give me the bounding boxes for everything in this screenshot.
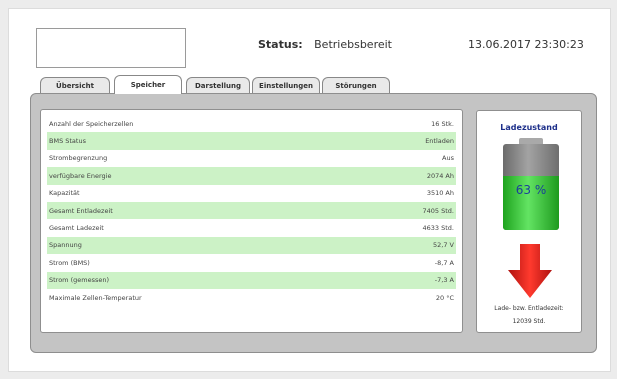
datetime-display: 13.06.2017 23:30:23 bbox=[468, 38, 584, 51]
table-row: Spannung 52,7 V bbox=[47, 236, 456, 255]
table-row: Strom (gemessen) -7,3 A bbox=[47, 271, 456, 289]
table-row: BMS Status Entladen bbox=[47, 132, 456, 150]
row-value: -8,7 A bbox=[434, 258, 454, 267]
table-row: verfügbare Energie 2074 Ah bbox=[47, 167, 456, 185]
logo-placeholder bbox=[36, 28, 186, 68]
table-row: Strom (BMS) -8,7 A bbox=[47, 254, 456, 271]
table-row: Gesamt Ladezeit 4633 Std. bbox=[47, 219, 456, 236]
row-label: BMS Status bbox=[49, 137, 86, 146]
row-label: verfügbare Energie bbox=[49, 171, 112, 180]
row-label: Strombegrenzung bbox=[49, 154, 108, 163]
table-row: Gesamt Entladezeit 7405 Std. bbox=[47, 201, 456, 220]
status-value: Betriebsbereit bbox=[314, 38, 392, 51]
status-label: Status: bbox=[258, 38, 303, 51]
charge-time-value: 12039 Std. bbox=[512, 318, 546, 325]
tab-speicher[interactable]: Speicher bbox=[114, 75, 182, 94]
table-row: Maximale Zellen-Temperatur 20 °C bbox=[47, 289, 456, 306]
row-label: Strom (BMS) bbox=[49, 258, 90, 267]
row-value: 7405 Std. bbox=[422, 206, 454, 215]
row-value: 3510 Ah bbox=[426, 189, 454, 198]
row-value: Entladen bbox=[425, 137, 454, 146]
row-value: 4633 Std. bbox=[422, 224, 454, 233]
table-row: Kapazität 3510 Ah bbox=[47, 185, 456, 202]
battery-icon: 63 % bbox=[503, 144, 559, 230]
row-value: 20 °C bbox=[435, 293, 454, 302]
charge-time-label: Lade- bzw. Entladezeit: bbox=[494, 305, 564, 312]
row-label: Gesamt Entladezeit bbox=[49, 206, 113, 215]
tab-darstellung[interactable]: Darstellung bbox=[186, 77, 250, 93]
tab-einstellungen[interactable]: Einstellungen bbox=[252, 77, 320, 93]
row-value: 2074 Ah bbox=[426, 171, 454, 180]
row-label: Maximale Zellen-Temperatur bbox=[49, 293, 142, 302]
row-value: Aus bbox=[442, 154, 454, 163]
down-arrow-icon bbox=[508, 244, 552, 298]
row-value: 16 Stk. bbox=[431, 119, 454, 128]
row-value: -7,3 A bbox=[434, 276, 454, 285]
table-row: Strombegrenzung Aus bbox=[47, 150, 456, 167]
row-label: Strom (gemessen) bbox=[49, 276, 109, 285]
tab-stoerungen[interactable]: Störungen bbox=[322, 77, 390, 93]
table-row: Anzahl der Speicherzellen 16 Stk. bbox=[47, 115, 456, 132]
row-label: Spannung bbox=[49, 241, 82, 250]
tab-uebersicht[interactable]: Übersicht bbox=[40, 77, 110, 93]
battery-percent: 63 % bbox=[515, 183, 547, 197]
row-label: Anzahl der Speicherzellen bbox=[49, 119, 134, 128]
storage-info-table: Anzahl der Speicherzellen 16 Stk. BMS St… bbox=[40, 109, 463, 333]
row-label: Kapazität bbox=[49, 189, 80, 198]
row-label: Gesamt Ladezeit bbox=[49, 224, 104, 233]
row-value: 52,7 V bbox=[433, 241, 454, 250]
status-display: Status: Betriebsbereit bbox=[258, 38, 392, 51]
charge-status-title: Ladezustand bbox=[500, 123, 558, 132]
